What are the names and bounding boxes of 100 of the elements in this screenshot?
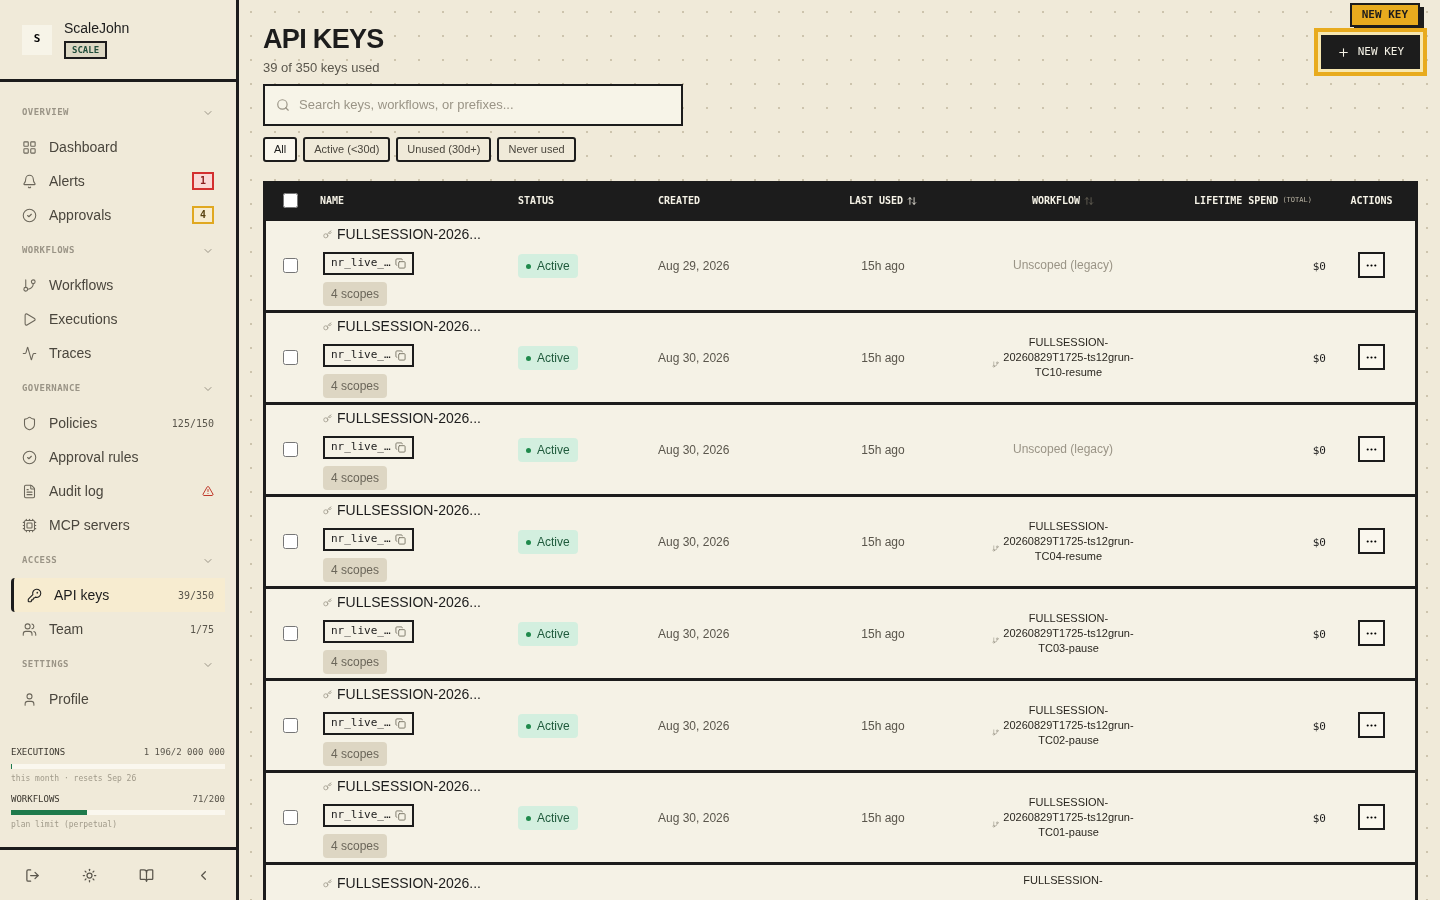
column-header[interactable]: WORKFLOW xyxy=(1031,193,1081,208)
key-name: FULLSESSION-2026... xyxy=(337,873,481,893)
scopes-tag: 4 scopes xyxy=(323,282,388,306)
nav-item[interactable]: Executions xyxy=(11,302,225,336)
nav-item[interactable]: Audit log xyxy=(11,474,225,508)
filter-chip[interactable]: Active (<30d) xyxy=(303,136,391,162)
table-row[interactable]: FULLSESSION-2026... nr_live_… 4 scopes Active Aug 30, 2026 15h ago FULLSESSION- 20260829T1725-ts12grun- TC02-pause $0 xyxy=(266,680,1415,773)
nav-label: Traces xyxy=(49,343,93,363)
row-checkbox[interactable] xyxy=(282,717,298,733)
logout-icon[interactable] xyxy=(25,867,40,883)
workflow-name[interactable]: FULLSESSION- 20260829T1725-ts12grun- TC02-pause xyxy=(1003,702,1134,748)
sort-icon[interactable] xyxy=(907,195,918,206)
nav-item[interactable]: Approval rules xyxy=(11,440,225,474)
column-header: NAME xyxy=(320,194,345,208)
nav-item[interactable]: Policies 125/150 xyxy=(11,406,225,440)
select-all-checkbox[interactable] xyxy=(282,193,298,208)
key-icon xyxy=(323,322,332,331)
last-used: 15h ago xyxy=(861,259,905,273)
nav-item[interactable]: Profile xyxy=(11,682,225,716)
key-icon xyxy=(323,782,332,791)
actions-button[interactable] xyxy=(1358,344,1385,370)
scopes-tag: 4 scopes xyxy=(323,558,388,582)
spend-amount: $0 xyxy=(1312,444,1326,457)
table-row[interactable]: FULLSESSION-2026... FULLSESSION- xyxy=(266,864,1415,900)
nav-item[interactable]: Alerts 1 xyxy=(11,164,225,198)
actions-button[interactable] xyxy=(1358,528,1385,554)
workflow-name[interactable]: FULLSESSION- 20260829T1725-ts12grun- TC10-resume xyxy=(1003,334,1134,380)
copy-icon[interactable] xyxy=(394,626,406,637)
table-row[interactable]: FULLSESSION-2026... nr_live_… 4 scopes Active Aug 29, 2026 15h ago Unscoped (legacy) $0 xyxy=(266,220,1415,313)
actions-button[interactable] xyxy=(1358,712,1385,738)
key-prefix[interactable]: nr_live_… xyxy=(323,344,414,367)
actions-button[interactable] xyxy=(1358,804,1385,830)
row-checkbox[interactable] xyxy=(282,257,298,273)
nav-label: Dashboard xyxy=(49,137,119,157)
table-row[interactable]: FULLSESSION-2026... nr_live_… 4 scopes Active Aug 30, 2026 15h ago Unscoped (legacy) $0 xyxy=(266,404,1415,497)
sun-icon[interactable] xyxy=(82,867,97,883)
column-header: STATUS xyxy=(518,194,555,208)
column-header: CREATED xyxy=(658,194,701,208)
key-name: FULLSESSION-2026... xyxy=(337,501,481,520)
copy-icon[interactable] xyxy=(394,442,406,453)
actions-button[interactable] xyxy=(1358,436,1385,462)
key-prefix[interactable]: nr_live_… xyxy=(323,804,414,827)
row-checkbox[interactable] xyxy=(282,441,298,457)
key-icon xyxy=(27,587,42,603)
nav-item[interactable]: Approvals 4 xyxy=(11,198,225,232)
status-pill: Active xyxy=(518,346,578,371)
actions-button[interactable] xyxy=(1358,620,1385,646)
key-prefix[interactable]: nr_live_… xyxy=(323,712,414,735)
copy-icon[interactable] xyxy=(394,534,406,545)
key-prefix[interactable]: nr_live_… xyxy=(323,436,414,459)
nav-label: Executions xyxy=(49,309,119,329)
nav-item[interactable]: Workflows xyxy=(11,268,225,302)
key-prefix[interactable]: nr_live_… xyxy=(323,252,414,275)
prefix-text: nr_live_… xyxy=(331,255,391,272)
copy-icon[interactable] xyxy=(394,718,406,729)
actions-button[interactable] xyxy=(1358,252,1385,278)
search-field[interactable]: Search keys, workflows, or prefixes... xyxy=(263,83,683,126)
meter-reading: 1 196/2 000 000 xyxy=(143,746,225,759)
filter-chip[interactable]: All xyxy=(263,136,298,162)
workflow-name[interactable]: FULLSESSION- 20260829T1725-ts12grun- TC04-resume xyxy=(1003,518,1134,564)
scopes-tag: 4 scopes xyxy=(323,466,388,490)
book-icon[interactable] xyxy=(139,867,154,883)
avatar[interactable]: S xyxy=(22,24,52,55)
filter-chip[interactable]: Unused (30d+) xyxy=(396,136,492,162)
copy-icon[interactable] xyxy=(394,258,406,269)
usage-count: 39/350 xyxy=(177,588,214,603)
nav-item[interactable]: Traces xyxy=(11,336,225,370)
created-date: Aug 30, 2026 xyxy=(658,627,730,641)
nav-item[interactable]: Team 1/75 xyxy=(11,612,225,646)
spend-amount: $0 xyxy=(1312,628,1326,641)
status-pill: Active xyxy=(518,530,578,555)
prefix-text: nr_live_… xyxy=(331,347,391,364)
table-row[interactable]: FULLSESSION-2026... nr_live_… 4 scopes Active Aug 30, 2026 15h ago FULLSESSION- 20260829T1725-ts12grun- TC04-resume $0 xyxy=(266,496,1415,589)
nav-item[interactable]: MCP servers xyxy=(11,508,225,542)
copy-icon[interactable] xyxy=(394,350,406,361)
row-checkbox[interactable] xyxy=(282,533,298,549)
section-title: ACCESS xyxy=(22,554,58,568)
branch-icon xyxy=(992,360,1000,368)
table-row[interactable]: FULLSESSION-2026... nr_live_… 4 scopes Active Aug 30, 2026 15h ago FULLSESSION- 20260829T1725-ts12grun- TC10-resume $0 xyxy=(266,312,1415,405)
nav-item[interactable]: Dashboard xyxy=(11,130,225,164)
key-icon xyxy=(323,690,332,699)
workflow-name[interactable]: FULLSESSION- xyxy=(1023,872,1103,888)
nav-label: Policies xyxy=(49,413,99,433)
nav-item[interactable]: API keys 39/350 xyxy=(11,578,225,612)
column-header[interactable]: LAST USED xyxy=(848,193,904,208)
row-checkbox[interactable] xyxy=(282,625,298,641)
search-icon xyxy=(276,97,290,112)
workflow-name[interactable]: FULLSESSION- 20260829T1725-ts12grun- TC01-pause xyxy=(1003,794,1134,840)
table-row[interactable]: FULLSESSION-2026... nr_live_… 4 scopes Active Aug 30, 2026 15h ago FULLSESSION- 20260829T1725-ts12grun- TC03-pause $0 xyxy=(266,588,1415,681)
row-checkbox[interactable] xyxy=(282,809,298,825)
row-checkbox[interactable] xyxy=(282,349,298,365)
page-subtitle: 39 of 350 keys used xyxy=(263,59,381,77)
table-row[interactable]: FULLSESSION-2026... nr_live_… 4 scopes Active Aug 30, 2026 15h ago FULLSESSION- 20260829T1725-ts12grun- TC01-pause $0 xyxy=(266,772,1415,865)
copy-icon[interactable] xyxy=(394,810,406,821)
prefix-text: nr_live_… xyxy=(331,715,391,732)
key-prefix[interactable]: nr_live_… xyxy=(323,620,414,643)
filter-chip[interactable]: Never used xyxy=(497,136,576,162)
workflow-name[interactable]: FULLSESSION- 20260829T1725-ts12grun- TC03-pause xyxy=(1003,610,1134,656)
key-prefix[interactable]: nr_live_… xyxy=(323,528,414,551)
usage-count: 1/75 xyxy=(189,622,214,637)
